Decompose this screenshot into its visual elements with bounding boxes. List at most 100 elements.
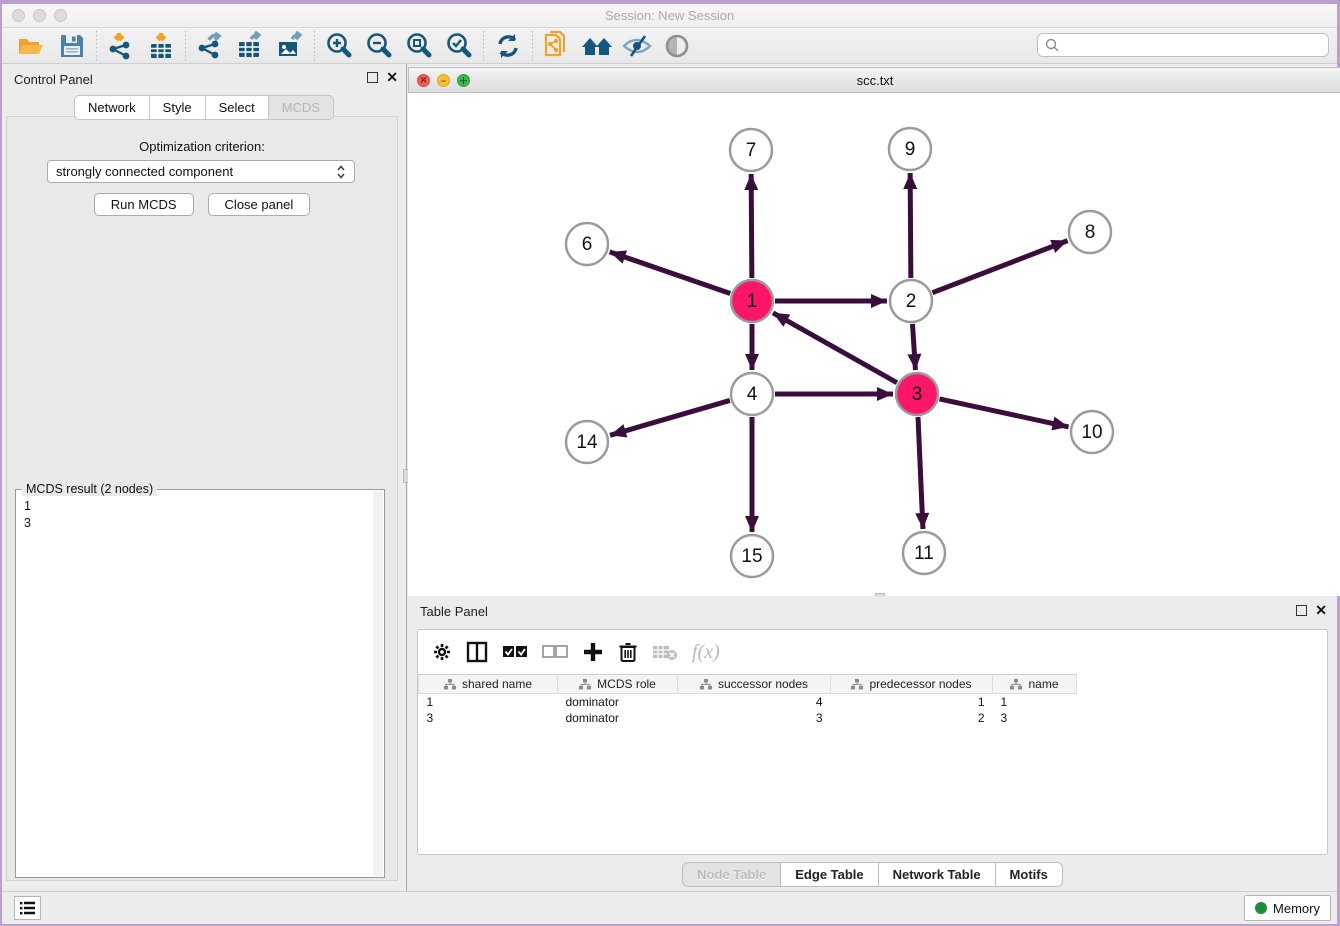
- columns-icon: [466, 641, 488, 663]
- trash-icon: [618, 641, 638, 663]
- zoom-fit-icon: [404, 31, 434, 61]
- table-toolbar: f(x): [418, 630, 1327, 674]
- toolbar-separator: [483, 31, 484, 61]
- toolbar-separator: [314, 31, 315, 61]
- close-table-panel-icon[interactable]: ✕: [1315, 605, 1327, 616]
- edge-2-9[interactable]: [910, 173, 911, 278]
- search-input[interactable]: [1060, 38, 1328, 52]
- clone-network-icon: [542, 30, 572, 62]
- close-panel-icon[interactable]: ✕: [386, 72, 398, 83]
- tree-icon: [851, 679, 863, 690]
- memory-label: Memory: [1273, 901, 1320, 916]
- network-window: ✕ − ＋ scc.txt 7968124314101511: [408, 64, 1340, 596]
- edge-2-8[interactable]: [932, 241, 1067, 293]
- list-icon: [20, 901, 36, 915]
- run-mcds-button[interactable]: Run MCDS: [94, 193, 194, 216]
- import-network-button[interactable]: [101, 30, 141, 62]
- export-table-button[interactable]: [230, 30, 270, 62]
- node-label-14: 14: [576, 432, 598, 453]
- select-stepper-icon: [336, 165, 346, 179]
- import-table-button[interactable]: [141, 30, 181, 62]
- float-panel-icon[interactable]: [367, 72, 378, 83]
- node-table-container: f(x) shared nameMCDS rolesuccessor nodes…: [417, 629, 1328, 855]
- edge-4-14[interactable]: [610, 400, 730, 435]
- table-row[interactable]: 3dominator323: [419, 710, 1328, 726]
- node-label-4: 4: [747, 384, 758, 405]
- table-row[interactable]: 1dominator411: [419, 694, 1328, 710]
- add-column-button[interactable]: [582, 641, 604, 663]
- open-session-button[interactable]: [12, 30, 52, 62]
- node-label-11: 11: [914, 543, 934, 564]
- hide-selected-button[interactable]: [617, 30, 657, 62]
- first-neighbors-button[interactable]: [577, 30, 617, 62]
- deselect-all-columns-button[interactable]: [542, 645, 568, 659]
- export-network-icon: [195, 31, 225, 61]
- tab-style[interactable]: Style: [149, 95, 205, 120]
- edge-3-1[interactable]: [773, 313, 897, 383]
- column-header-successor-nodes[interactable]: successor nodes: [678, 675, 831, 694]
- zoom-selected-icon: [444, 31, 474, 61]
- control-panel: Control Panel ✕ NetworkStyleSelectMCDS O…: [2, 64, 406, 891]
- save-session-button[interactable]: [52, 30, 92, 62]
- network-graph[interactable]: 7968124314101511: [408, 93, 1340, 596]
- float-table-panel-icon[interactable]: [1296, 605, 1307, 616]
- column-header-shared-name[interactable]: shared name: [419, 675, 558, 694]
- edge-3-11[interactable]: [918, 417, 923, 529]
- column-header-predecessor-nodes[interactable]: predecessor nodes: [831, 675, 993, 694]
- cell-successor-nodes[interactable]: 3: [678, 710, 831, 726]
- tab-node-table[interactable]: Node Table: [682, 862, 780, 887]
- memory-button[interactable]: Memory: [1244, 895, 1331, 921]
- memory-status-icon: [1255, 902, 1267, 914]
- delete-column-button[interactable]: [618, 641, 638, 663]
- zoom-in-icon: [324, 31, 354, 61]
- export-network-button[interactable]: [190, 30, 230, 62]
- optimization-criterion-label: Optimization criterion:: [7, 139, 397, 154]
- zoom-fit-button[interactable]: [399, 30, 439, 62]
- network-canvas[interactable]: 7968124314101511: [408, 93, 1340, 596]
- cell-shared-name[interactable]: 1: [419, 694, 558, 710]
- tab-network-table[interactable]: Network Table: [878, 862, 995, 887]
- tab-motifs[interactable]: Motifs: [995, 862, 1063, 887]
- tab-mcds[interactable]: MCDS: [268, 95, 334, 120]
- edge-1-7[interactable]: [751, 174, 752, 278]
- mcds-result-text[interactable]: 1 3: [16, 490, 384, 532]
- cell-MCDS-role[interactable]: dominator: [558, 694, 678, 710]
- clone-network-button[interactable]: [537, 30, 577, 62]
- cell-predecessor-nodes[interactable]: 1: [831, 694, 993, 710]
- network-titlebar[interactable]: ✕ − ＋ scc.txt: [408, 67, 1340, 93]
- cell-shared-name[interactable]: 3: [419, 710, 558, 726]
- open-folder-icon: [17, 33, 47, 59]
- show-column-button[interactable]: [466, 641, 488, 663]
- column-header-MCDS-role[interactable]: MCDS role: [558, 675, 678, 694]
- tab-select[interactable]: Select: [205, 95, 268, 120]
- node-table[interactable]: shared nameMCDS rolesuccessor nodesprede…: [418, 674, 1327, 726]
- tab-network[interactable]: Network: [74, 95, 149, 120]
- tree-icon: [1010, 679, 1022, 690]
- refresh-button[interactable]: [488, 30, 528, 62]
- cell-name[interactable]: 3: [993, 710, 1077, 726]
- cell-predecessor-nodes[interactable]: 2: [831, 710, 993, 726]
- cell-name[interactable]: 1: [993, 694, 1077, 710]
- column-header-name[interactable]: name: [993, 675, 1077, 694]
- edge-1-6[interactable]: [610, 252, 731, 294]
- task-history-button[interactable]: [14, 896, 41, 920]
- show-all-button[interactable]: [657, 30, 697, 62]
- zoom-selected-button[interactable]: [439, 30, 479, 62]
- refresh-icon: [494, 32, 522, 60]
- result-scrollbar[interactable]: [373, 491, 383, 876]
- cell-MCDS-role[interactable]: dominator: [558, 710, 678, 726]
- export-image-button[interactable]: [270, 30, 310, 62]
- select-all-columns-button[interactable]: [502, 645, 528, 659]
- close-panel-button[interactable]: Close panel: [208, 193, 311, 216]
- criterion-select[interactable]: strongly connected component: [47, 160, 355, 183]
- tab-edge-table[interactable]: Edge Table: [780, 862, 877, 887]
- edge-2-3[interactable]: [912, 324, 915, 370]
- delete-table-button[interactable]: [652, 643, 678, 661]
- zoom-out-button[interactable]: [359, 30, 399, 62]
- zoom-in-button[interactable]: [319, 30, 359, 62]
- cell-successor-nodes[interactable]: 4: [678, 694, 831, 710]
- search-box[interactable]: [1037, 33, 1329, 57]
- edge-3-10[interactable]: [939, 399, 1068, 427]
- table-settings-button[interactable]: [432, 642, 452, 662]
- function-builder-button[interactable]: f(x): [692, 641, 720, 664]
